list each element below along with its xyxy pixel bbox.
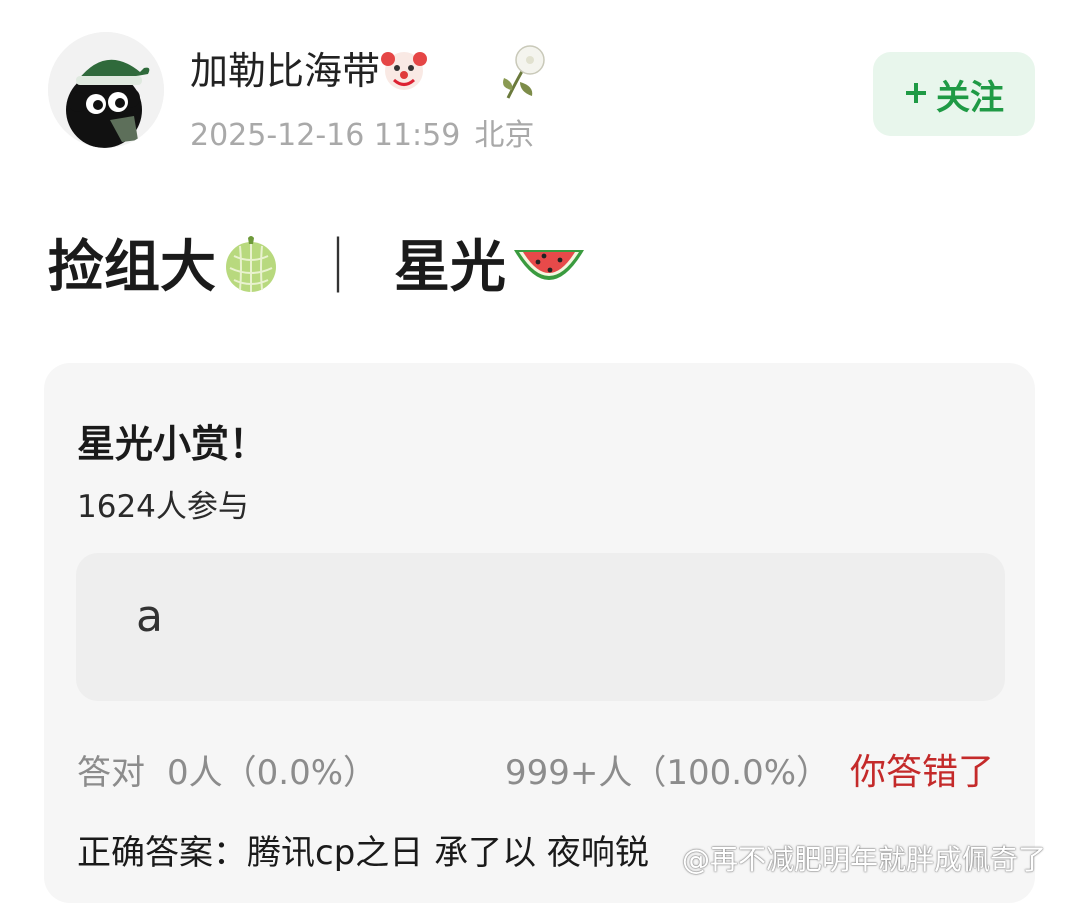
poll-option-a[interactable]: a xyxy=(76,553,1005,701)
plus-icon xyxy=(904,74,928,114)
correct-answer: 正确答案：腾讯cp之日 承了以 夜响锐 xyxy=(77,833,649,873)
follow-button[interactable]: 关注 xyxy=(873,52,1035,136)
poll-option-label: a xyxy=(136,591,163,642)
post-timestamp: 2025-12-16 11:59 xyxy=(190,118,461,153)
soot-sprite-avatar-icon xyxy=(48,32,164,148)
username[interactable]: 加勒比海带 xyxy=(190,40,428,102)
poll-card: 星光小赏！ 1624人参与 a 答对 0人（0.0%） 999+人（100.0%）… xyxy=(44,363,1035,903)
correct-stats: 答对 0人（0.0%） xyxy=(77,745,377,794)
avatar[interactable] xyxy=(48,32,164,148)
correct-label: 答对 xyxy=(77,753,145,793)
post-location: 北京 xyxy=(474,118,535,153)
poll-participants: 1624人参与 xyxy=(77,489,249,525)
watermelon-icon xyxy=(514,249,584,280)
option-votes: 999+人（100.0%） xyxy=(505,753,831,793)
answer-result: 你答错了 xyxy=(850,752,995,793)
poll-title: 星光小赏！ xyxy=(77,422,268,466)
follow-label: 关注 xyxy=(936,77,1004,118)
correct-value: 0人（0.0%） xyxy=(167,753,378,793)
watermark: @再不减肥明年就胖成佩奇了 xyxy=(682,843,1047,876)
clown-face-icon xyxy=(380,45,428,102)
username-text: 加勒比海带 xyxy=(190,49,381,93)
post-title: 捡组大 ｜ 星光 xyxy=(48,222,588,303)
melon-icon xyxy=(226,235,276,292)
post-title-right: 星光 xyxy=(394,235,506,300)
post-meta: 2025-12-16 11:59 北京 xyxy=(190,110,534,154)
post-title-left: 捡组大 xyxy=(48,235,216,300)
flower-badge-icon xyxy=(494,38,558,102)
title-separator: ｜ xyxy=(310,235,366,300)
